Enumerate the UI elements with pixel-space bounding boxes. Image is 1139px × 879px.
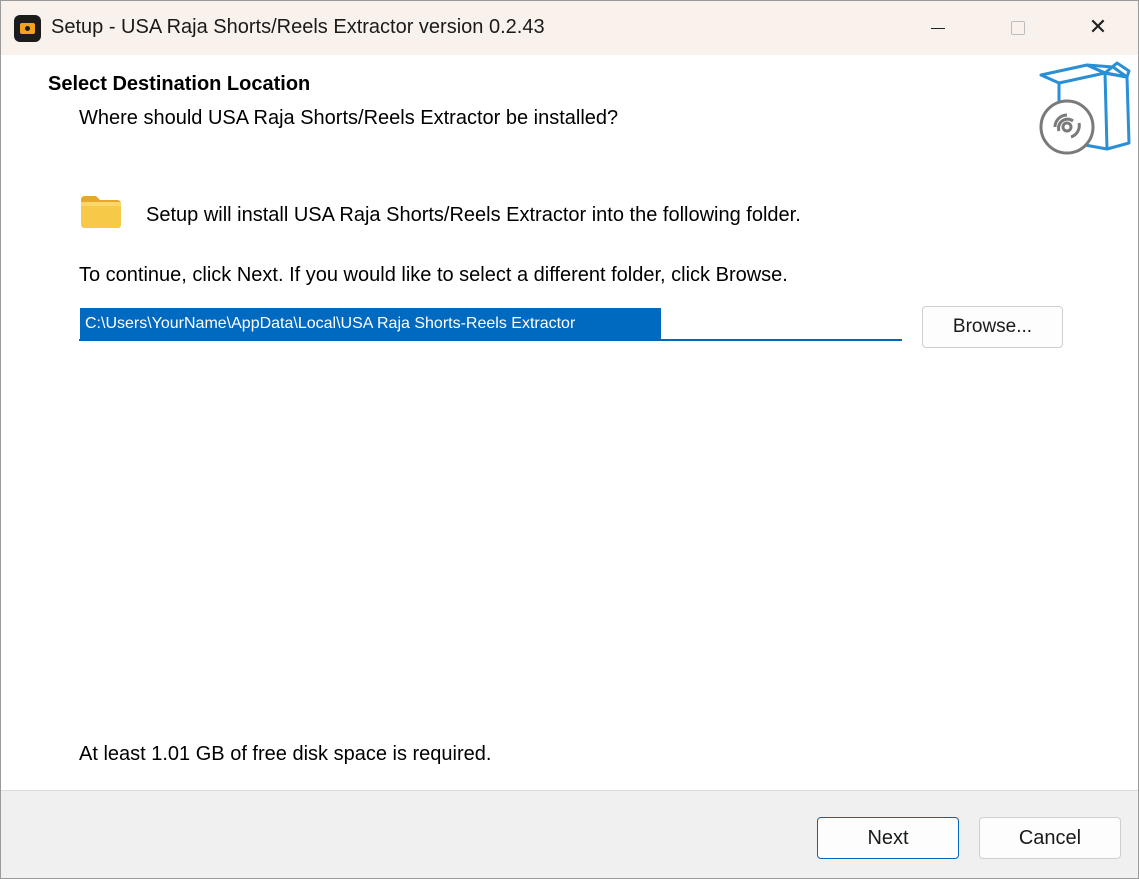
install-box-disc-icon [1039, 61, 1131, 155]
browse-button[interactable]: Browse... [922, 306, 1063, 348]
disk-space-requirement: At least 1.01 GB of free disk space is r… [79, 743, 492, 765]
maximize-icon [1011, 21, 1025, 35]
camera-app-icon [14, 15, 41, 42]
close-icon: ✕ [1088, 15, 1108, 40]
cancel-button[interactable]: Cancel [979, 817, 1121, 859]
minimize-button[interactable] [898, 1, 978, 55]
destination-path-value: C:\Users\YourName\AppData\Local\USA Raja… [85, 315, 576, 332]
continue-instruction-text: To continue, click Next. If you would li… [79, 264, 788, 286]
next-button[interactable]: Next [817, 817, 959, 859]
close-button[interactable]: ✕ [1058, 1, 1138, 55]
setup-window: Setup - USA Raja Shorts/Reels Extractor … [0, 0, 1139, 879]
maximize-button[interactable] [978, 1, 1058, 55]
button-footer: Next Cancel [1, 790, 1138, 878]
window-title: Setup - USA Raja Shorts/Reels Extractor … [51, 16, 545, 38]
install-info-text: Setup will install USA Raja Shorts/Reels… [146, 204, 801, 226]
minimize-icon [931, 27, 945, 29]
destination-path-input[interactable]: C:\Users\YourName\AppData\Local\USA Raja… [79, 307, 902, 341]
folder-icon [81, 196, 121, 228]
title-bar[interactable]: Setup - USA Raja Shorts/Reels Extractor … [1, 1, 1138, 55]
page-subtitle: Where should USA Raja Shorts/Reels Extra… [79, 107, 619, 129]
page-title: Select Destination Location [48, 73, 311, 95]
